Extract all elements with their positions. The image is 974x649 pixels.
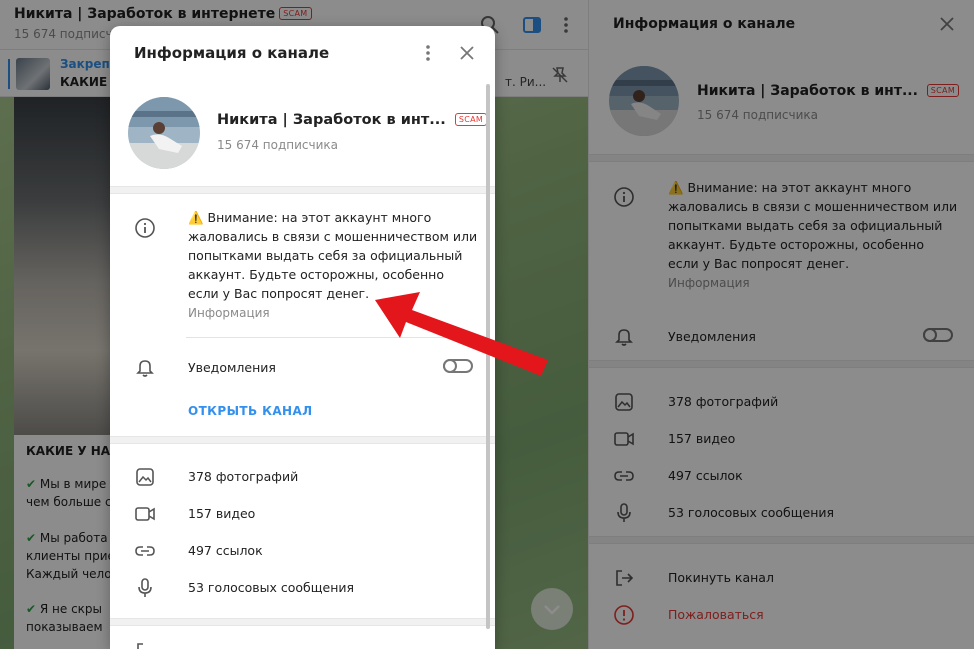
section-divider: [110, 436, 495, 444]
close-icon[interactable]: [457, 43, 477, 63]
section-divider: [110, 186, 495, 194]
bell-icon: [134, 356, 156, 378]
notifications-label: Уведомления: [188, 360, 276, 375]
scam-warning-text: ⚠️ Внимание: на этот аккаунт много жалов…: [188, 210, 478, 301]
media-voice[interactable]: 53 голосовых сообщения: [188, 578, 478, 597]
video-icon: [134, 503, 156, 525]
media-photos[interactable]: 378 фотографий: [188, 467, 478, 486]
link-icon: [134, 540, 156, 562]
scam-badge: SCAM: [454, 113, 488, 126]
info-icon: [134, 217, 156, 239]
leave-icon: [134, 640, 156, 649]
dialog-scrollbar[interactable]: [486, 84, 490, 629]
photo-icon: [134, 466, 156, 488]
more-icon[interactable]: [418, 42, 438, 64]
info-caption: Информация: [188, 306, 270, 320]
subscriber-count: 15 674 подписчика: [217, 138, 339, 152]
notifications-toggle[interactable]: [443, 359, 473, 373]
channel-name-text: Никита | Заработок в инт...: [217, 112, 446, 128]
section-divider: [110, 618, 495, 626]
microphone-icon: [134, 577, 156, 599]
avatar[interactable]: [128, 97, 200, 169]
row-divider: [186, 337, 472, 338]
media-links[interactable]: 497 ссылок: [188, 541, 478, 560]
channel-info-dialog: Информация о канале Никита | Заработок в…: [110, 26, 495, 649]
open-channel-button[interactable]: ОТКРЫТЬ КАНАЛ: [188, 404, 313, 418]
dialog-title: Информация о канале: [134, 44, 330, 62]
media-videos[interactable]: 157 видео: [188, 504, 478, 523]
channel-name: Никита | Заработок в инт... SCAM: [217, 112, 488, 128]
